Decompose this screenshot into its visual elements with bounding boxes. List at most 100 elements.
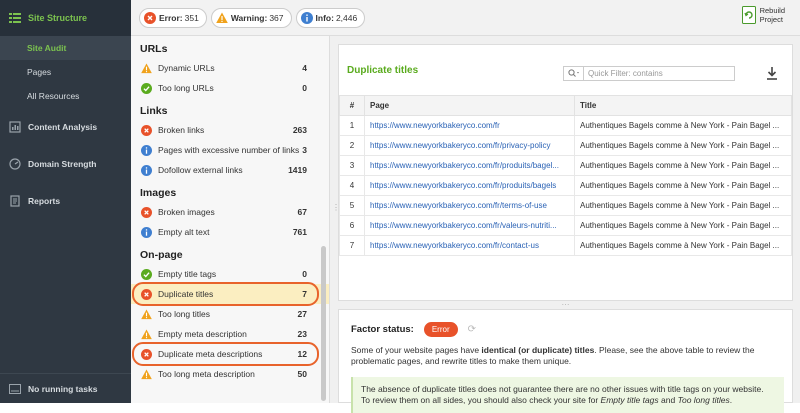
page-url-link[interactable]: https://www.newyorkbakeryco.com/fr/conta… (364, 235, 575, 256)
page-url-link[interactable]: https://www.newyorkbakeryco.com/fr/priva… (364, 135, 575, 156)
nav-domain-strength[interactable]: Domain Strength (0, 145, 131, 182)
factor-row[interactable]: Dofollow external links 1419 (131, 160, 329, 180)
error-icon (141, 124, 152, 136)
factor-label: Too long titles (158, 309, 210, 319)
table-row[interactable]: 7 https://www.newyorkbakeryco.com/fr/cont… (339, 235, 792, 256)
factor-status-panel: Factor status: Error ⟳ Some of your webs… (338, 309, 793, 413)
table-row[interactable]: 4 https://www.newyorkbakeryco.com/fr/prod… (339, 175, 792, 196)
factor-row[interactable]: Empty alt text 761 (131, 222, 329, 242)
duplicate-titles-table: # Page Title 1 https://www.newyorkbakeryc… (339, 95, 792, 256)
error-label: Error: (159, 12, 183, 23)
table-row[interactable]: 1 https://www.newyorkbakeryco.com/fr Authe… (339, 115, 792, 136)
rebuild-label-line2: Project (759, 15, 783, 24)
nav-pages-label: Pages (27, 67, 52, 77)
section-heading: On-page (140, 249, 183, 261)
factor-row[interactable]: Broken links 263 (131, 120, 329, 140)
error-icon (144, 11, 156, 24)
tasks-icon (9, 383, 21, 394)
nav-reports[interactable]: Reports (0, 182, 131, 219)
filter-search-dropdown[interactable] (564, 67, 584, 80)
factor-row[interactable]: Too long meta description 50 (131, 364, 329, 384)
highlight-ring (132, 282, 319, 306)
factor-list-scrollbar[interactable] (321, 246, 326, 401)
quick-filter[interactable]: Quick Filter: contains (563, 66, 735, 81)
factor-count: 3 (302, 145, 307, 155)
page-title-cell: Authentiques Bagels comme à New York - P… (574, 175, 792, 196)
factor-row[interactable]: Pages with excessive number of links 3 (131, 140, 329, 160)
check-icon (141, 82, 152, 94)
warning-icon (141, 368, 152, 379)
download-icon[interactable] (765, 66, 779, 81)
factor-count: 67 (297, 207, 307, 217)
status-badge: Error (423, 322, 458, 337)
column-title[interactable]: Title (574, 95, 792, 116)
advice-note: The absence of duplicate titles does not… (351, 377, 784, 413)
page-title-cell: Authentiques Bagels comme à New York - P… (574, 195, 792, 216)
factor-label: Too long meta description (158, 369, 255, 379)
factor-row[interactable]: Too long titles 27 (131, 304, 329, 324)
nav-site-audit[interactable]: Site Audit (0, 36, 131, 60)
column-page[interactable]: Page (364, 95, 575, 116)
page-title-cell: Authentiques Bagels comme à New York - P… (574, 155, 792, 176)
details-panel: Duplicate titles Quick Filter: contains … (338, 36, 800, 413)
row-number: 3 (339, 155, 365, 176)
nav-site-audit-label: Site Audit (27, 43, 67, 53)
warning-icon (141, 62, 152, 73)
nav-site-structure[interactable]: Site Structure (0, 0, 131, 36)
factor-row[interactable]: Duplicate meta descriptions 12 (131, 342, 329, 366)
vertical-splitter[interactable]: ⋮ (330, 36, 340, 403)
search-icon (567, 69, 579, 77)
page-url-link[interactable]: https://www.newyorkbakeryco.com/fr/terms… (364, 195, 575, 216)
factor-row[interactable]: Broken images 67 (131, 202, 329, 222)
row-number: 7 (339, 235, 365, 256)
table-row[interactable]: 5 https://www.newyorkbakeryco.com/fr/term… (339, 195, 792, 216)
table-row[interactable]: 6 https://www.newyorkbakeryco.com/fr/vale… (339, 215, 792, 236)
error-icon (141, 206, 152, 218)
factor-row[interactable]: Too long URLs 0 (131, 78, 329, 98)
factor-row[interactable]: Duplicate titles 7 (131, 282, 329, 306)
nav-all-resources-label: All Resources (27, 91, 80, 101)
nav-content-analysis[interactable]: Content Analysis (0, 108, 131, 145)
column-number[interactable]: # (339, 95, 365, 116)
factor-label: Broken images (158, 207, 215, 217)
factor-row[interactable]: Empty title tags 0 (131, 264, 329, 284)
factor-label: Empty alt text (158, 227, 210, 237)
document-chart-icon (9, 120, 21, 133)
section-heading: Images (140, 187, 177, 199)
speedometer-icon (9, 157, 21, 170)
page-title-cell: Authentiques Bagels comme à New York - P… (574, 135, 792, 156)
row-number: 5 (339, 195, 365, 216)
task-status[interactable]: No running tasks (0, 373, 131, 403)
refresh-icon[interactable]: ⟳ (468, 324, 476, 335)
page-url-link[interactable]: https://www.newyorkbakeryco.com/fr/produ… (364, 155, 575, 176)
factor-row[interactable]: Empty meta description 23 (131, 324, 329, 344)
table-row[interactable]: 2 https://www.newyorkbakeryco.com/fr/priv… (339, 135, 792, 156)
info-icon (141, 144, 152, 156)
factor-count: 263 (292, 125, 307, 135)
table-header-row: # Page Title (339, 95, 792, 116)
error-count-pill[interactable]: Error: 351 (139, 7, 207, 28)
description-emphasis: identical (or duplicate) titles (481, 345, 595, 355)
nav-all-resources[interactable]: All Resources (0, 84, 131, 108)
warning-count: 367 (269, 12, 284, 23)
factor-count: 761 (292, 227, 307, 237)
nav-pages[interactable]: Pages (0, 60, 131, 84)
page-url-link[interactable]: https://www.newyorkbakeryco.com/fr (364, 115, 575, 136)
rebuild-project-button[interactable]: Rebuild Project (741, 6, 785, 24)
results-card: Duplicate titles Quick Filter: contains … (338, 44, 793, 301)
table-body: 1 https://www.newyorkbakeryco.com/fr Authe… (339, 115, 792, 256)
factor-count: 1419 (288, 165, 307, 175)
info-count-pill[interactable]: Info: 2,446 (295, 7, 366, 28)
page-title-cell: Authentiques Bagels comme à New York - P… (574, 215, 792, 236)
quick-filter-placeholder: Quick Filter: contains (588, 69, 663, 78)
factor-row[interactable]: Dynamic URLs 4 (131, 58, 329, 78)
factor-list: URLs Dynamic URLs 4 Too long URLs 0 Links Brok… (131, 36, 329, 384)
page-url-link[interactable]: https://www.newyorkbakeryco.com/fr/produ… (364, 175, 575, 196)
factor-label: Too long URLs (158, 83, 214, 93)
factor-list-panel: URLs Dynamic URLs 4 Too long URLs 0 Links Brok… (131, 36, 330, 403)
rebuild-label-line1: Rebuild (759, 6, 785, 15)
factor-count: 27 (297, 309, 307, 319)
page-url-link[interactable]: https://www.newyorkbakeryco.com/fr/valeu… (364, 215, 575, 236)
warning-count-pill[interactable]: Warning: 367 (210, 7, 292, 28)
table-row[interactable]: 3 https://www.newyorkbakeryco.com/fr/prod… (339, 155, 792, 176)
